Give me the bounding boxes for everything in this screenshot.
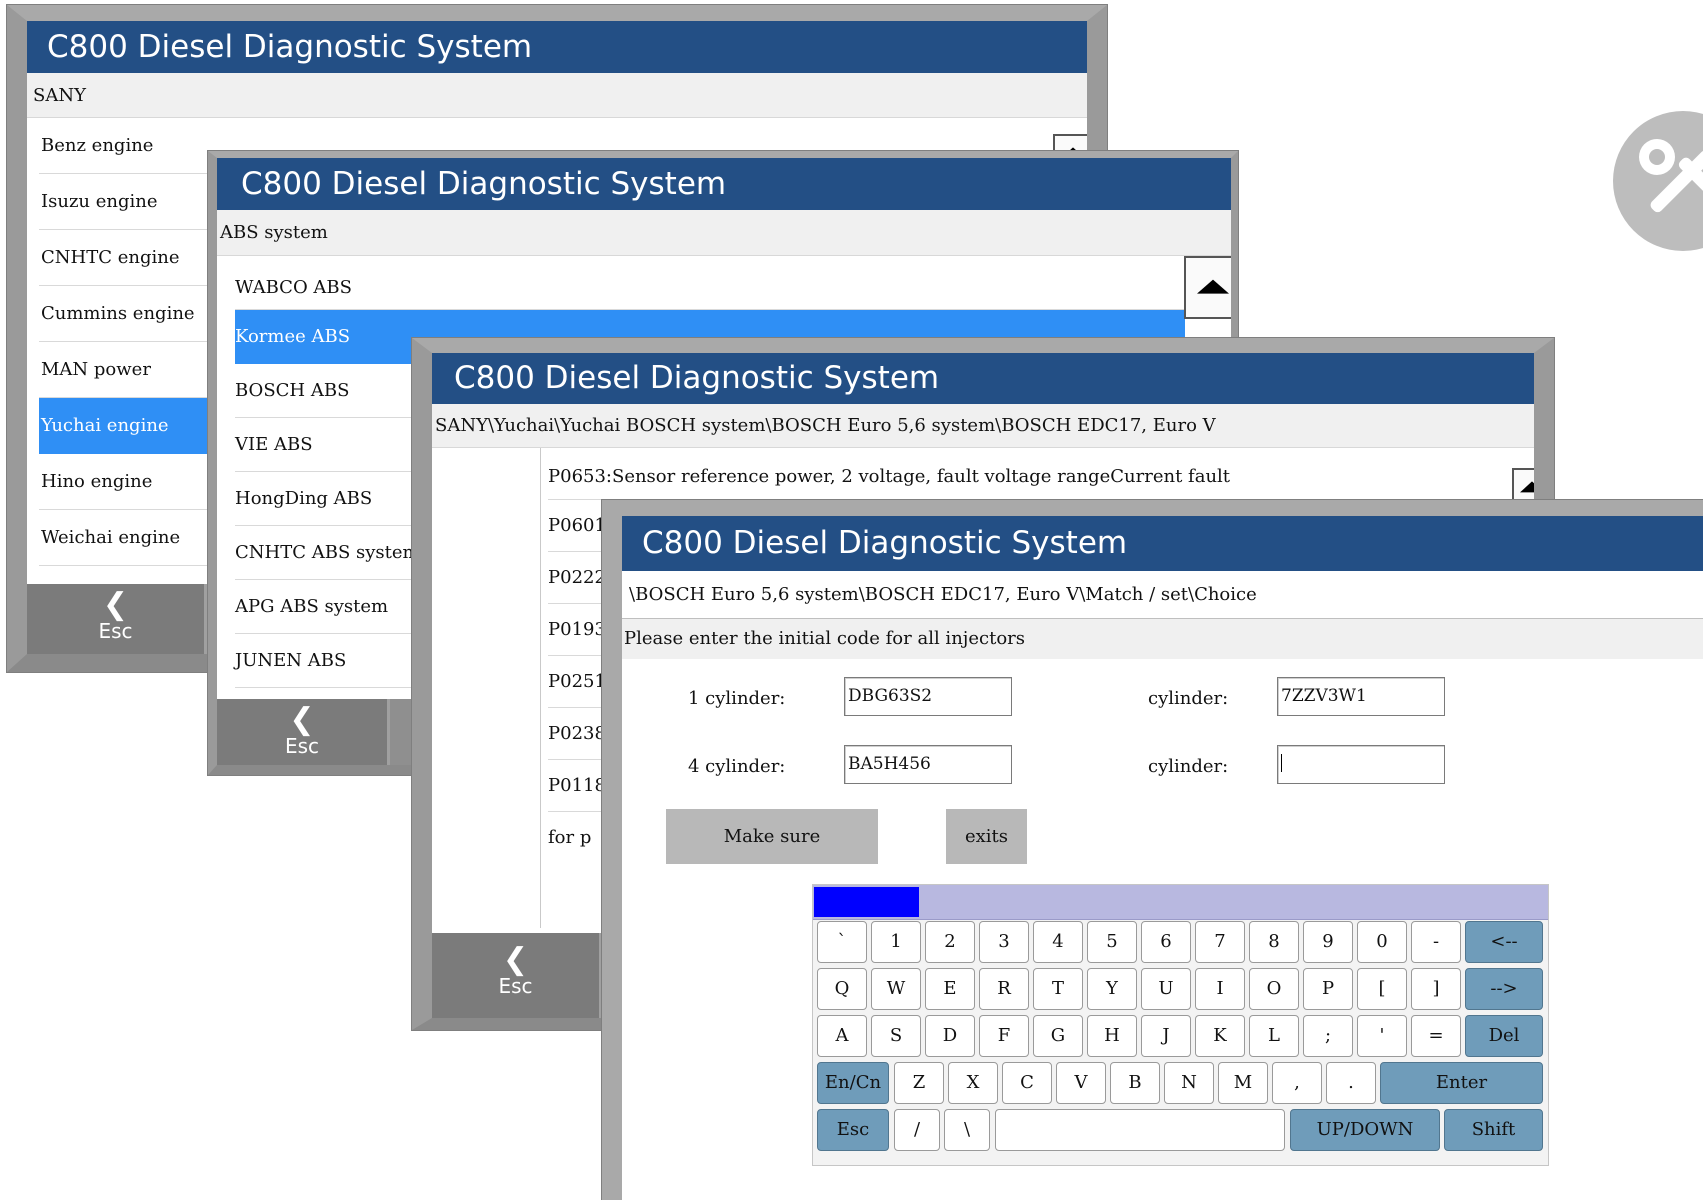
key[interactable]: \ (944, 1109, 990, 1151)
cylinder-5-label: cylinder: (1148, 756, 1229, 777)
key[interactable]: G (1033, 1015, 1083, 1057)
scroll-up-button[interactable] (1184, 256, 1231, 319)
en-cn-toggle-key[interactable]: En/Cn (817, 1062, 889, 1104)
breadcrumb: \BOSCH Euro 5,6 system\BOSCH EDC17, Euro… (622, 571, 1703, 619)
key[interactable]: 6 (1141, 921, 1191, 963)
key[interactable]: 5 (1087, 921, 1137, 963)
key[interactable]: H (1087, 1015, 1137, 1057)
key[interactable]: / (894, 1109, 940, 1151)
window-title: C800 Diesel Diagnostic System (217, 158, 1231, 210)
key[interactable]: , (1272, 1062, 1322, 1104)
breadcrumb: SANY (27, 73, 1087, 118)
key[interactable]: ] (1411, 968, 1461, 1010)
window-title: C800 Diesel Diagnostic System (622, 516, 1703, 571)
breadcrumb: SANY\Yuchai\Yuchai BOSCH system\BOSCH Eu… (432, 404, 1534, 448)
window-title: C800 Diesel Diagnostic System (432, 353, 1534, 404)
key[interactable]: M (1218, 1062, 1268, 1104)
cylinder-1-label: 1 cylinder: (688, 688, 786, 709)
key[interactable]: U (1141, 968, 1191, 1010)
key[interactable]: V (1056, 1062, 1106, 1104)
exits-button[interactable]: exits (946, 809, 1027, 864)
key[interactable]: 2 (925, 921, 975, 963)
key[interactable]: 3 (979, 921, 1029, 963)
code-list-gutter (540, 448, 541, 928)
shift-key[interactable]: Shift (1444, 1109, 1543, 1151)
key[interactable]: T (1033, 968, 1083, 1010)
on-screen-keyboard: ` 1 2 3 4 5 6 7 8 9 0 - <-- Q W E R T Y … (812, 884, 1549, 1166)
cylinder-2-label: cylinder: (1148, 688, 1229, 709)
key[interactable]: 7 (1195, 921, 1245, 963)
key[interactable]: F (979, 1015, 1029, 1057)
key[interactable]: W (871, 968, 921, 1010)
instruction-text: Please enter the initial code for all in… (622, 619, 1703, 659)
ime-strip (813, 885, 1548, 920)
window-injector-codes: C800 Diesel Diagnostic System \BOSCH Eur… (602, 500, 1703, 1200)
backspace-key[interactable]: <-- (1465, 921, 1543, 963)
ime-indicator (814, 887, 919, 917)
chevron-left-icon: ❮ (289, 702, 315, 737)
enter-key[interactable]: Enter (1380, 1062, 1543, 1104)
key[interactable]: [ (1357, 968, 1407, 1010)
cylinder-2-input[interactable]: 7ZZV3W1 (1277, 677, 1445, 716)
key[interactable]: C (1002, 1062, 1052, 1104)
key[interactable]: Q (817, 968, 867, 1010)
esc-button[interactable]: ❮ Esc (27, 584, 207, 654)
key[interactable]: 0 (1357, 921, 1407, 963)
list-item[interactable]: WABCO ABS (235, 256, 1185, 310)
cylinder-1-input[interactable]: DBG63S2 (844, 677, 1012, 716)
key[interactable]: I (1195, 968, 1245, 1010)
key[interactable]: A (817, 1015, 867, 1057)
key[interactable]: ` (817, 921, 867, 963)
key[interactable]: ' (1357, 1015, 1407, 1057)
key[interactable]: K (1195, 1015, 1245, 1057)
key[interactable]: - (1411, 921, 1461, 963)
text-cursor (1281, 754, 1282, 772)
esc-button[interactable]: ❮ Esc (432, 933, 602, 1018)
key[interactable]: Y (1087, 968, 1137, 1010)
up-down-key[interactable]: UP/DOWN (1290, 1109, 1440, 1151)
make-sure-button[interactable]: Make sure (666, 809, 878, 864)
breadcrumb: ABS system (217, 210, 1231, 256)
cylinder-5-input[interactable] (1277, 745, 1445, 784)
key[interactable]: E (925, 968, 975, 1010)
key[interactable]: = (1411, 1015, 1461, 1057)
key[interactable]: 9 (1303, 921, 1353, 963)
wrench-screwdriver-glyph (1639, 139, 1703, 213)
key[interactable]: N (1164, 1062, 1214, 1104)
key[interactable]: Z (894, 1062, 944, 1104)
wrench-screwdriver-icon[interactable] (1613, 111, 1703, 251)
key[interactable]: D (925, 1015, 975, 1057)
key[interactable]: P (1303, 968, 1353, 1010)
key[interactable]: B (1110, 1062, 1160, 1104)
key[interactable]: 8 (1249, 921, 1299, 963)
scroll-up-icon (1196, 279, 1229, 294)
key[interactable]: R (979, 968, 1029, 1010)
chevron-left-icon: ❮ (502, 942, 529, 977)
key[interactable]: X (948, 1062, 998, 1104)
key[interactable]: . (1326, 1062, 1376, 1104)
window-title: C800 Diesel Diagnostic System (27, 21, 1087, 73)
key[interactable]: 4 (1033, 921, 1083, 963)
cylinder-4-input[interactable]: BA5H456 (844, 745, 1012, 784)
scroll-up-icon (1520, 481, 1534, 493)
cylinder-4-label: 4 cylinder: (688, 756, 786, 777)
fault-code-row[interactable]: P0653:Sensor reference power, 2 voltage,… (548, 448, 1534, 500)
chevron-left-icon: ❮ (102, 587, 129, 622)
key[interactable]: J (1141, 1015, 1191, 1057)
key[interactable]: L (1249, 1015, 1299, 1057)
key[interactable]: ; (1303, 1015, 1353, 1057)
delete-key[interactable]: Del (1465, 1015, 1543, 1057)
esc-button[interactable]: ❮ Esc (217, 699, 390, 765)
key[interactable]: S (871, 1015, 921, 1057)
key[interactable]: O (1249, 968, 1299, 1010)
esc-key[interactable]: Esc (817, 1109, 889, 1151)
space-key[interactable] (995, 1109, 1285, 1151)
key[interactable]: 1 (871, 921, 921, 963)
forward-key[interactable]: --> (1465, 968, 1543, 1010)
